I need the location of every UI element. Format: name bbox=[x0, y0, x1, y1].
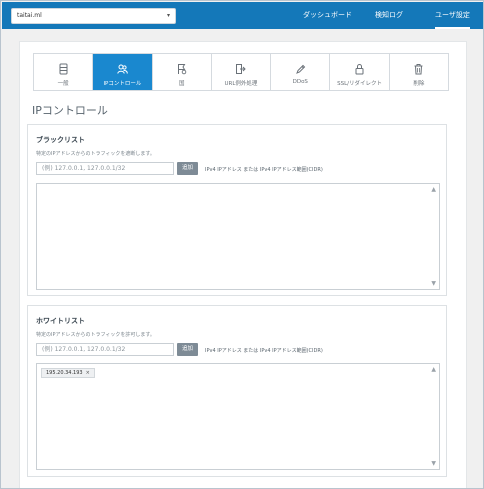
remove-tag-icon[interactable]: × bbox=[86, 370, 90, 376]
tab-label: 削除 bbox=[413, 81, 425, 87]
scroll-up-icon[interactable]: ▲ bbox=[431, 366, 436, 373]
blacklist-ip-input[interactable] bbox=[36, 162, 174, 175]
app-window: taitai.ml ▾ ダッシュボード 検知ログ ユーザ設定 一般 IPコントロ… bbox=[0, 0, 484, 489]
tab-label: 国 bbox=[178, 81, 185, 87]
tab-country[interactable]: 国 bbox=[153, 54, 212, 90]
tab-label: IPコントロール bbox=[103, 81, 142, 87]
blacklist-description: 特定のIPアドレスからのトラフィックを遮断します。 bbox=[36, 151, 155, 157]
top-bar: taitai.ml ▾ ダッシュボード 検知ログ ユーザ設定 bbox=[2, 2, 483, 29]
settings-tabs: 一般 IPコントロール 国 URL例外処理 DDoS SSL/リダイレクト 削除 bbox=[33, 53, 449, 91]
blacklist-title: ブラックリスト bbox=[36, 136, 85, 144]
exit-icon bbox=[212, 60, 270, 74]
blacklist-add-button[interactable]: 追加 bbox=[177, 162, 198, 175]
whitelist-ip-input[interactable] bbox=[36, 343, 174, 356]
domain-select-value: taitai.ml bbox=[17, 12, 42, 19]
scroll-up-icon[interactable]: ▲ bbox=[431, 186, 436, 193]
ip-tag-value: 195.20.34.193 bbox=[46, 370, 83, 376]
tab-label: URL例外処理 bbox=[224, 81, 258, 87]
pen-icon bbox=[271, 60, 329, 74]
scroll-down-icon[interactable]: ▼ bbox=[431, 280, 436, 287]
whitelist-description: 特定のIPアドレスからのトラフィックを許可します。 bbox=[36, 332, 155, 338]
nav-dashboard[interactable]: ダッシュボード bbox=[303, 2, 352, 29]
lock-icon bbox=[330, 60, 388, 75]
tab-ip-control[interactable]: IPコントロール bbox=[93, 54, 153, 90]
tab-delete[interactable]: 削除 bbox=[390, 54, 448, 90]
whitelist-add-button[interactable]: 追加 bbox=[177, 343, 198, 356]
ip-tag: 195.20.34.193 × bbox=[41, 368, 95, 378]
tab-ssl-redirect[interactable]: SSL/リダイレクト bbox=[330, 54, 390, 90]
trash-icon bbox=[390, 60, 448, 75]
whitelist-title: ホワイトリスト bbox=[36, 317, 85, 325]
blacklist-entries[interactable]: ▲ ▼ bbox=[36, 183, 440, 290]
tab-url-exception[interactable]: URL例外処理 bbox=[212, 54, 272, 90]
users-icon bbox=[93, 60, 151, 74]
blacklist-hint: IPv4 IPアドレス または IPv4 IPアドレス範囲(CIDR) bbox=[205, 167, 323, 173]
flag-icon bbox=[153, 60, 211, 75]
tab-label: DDoS bbox=[292, 79, 308, 85]
tab-label: 一般 bbox=[57, 81, 69, 87]
tab-label: SSL/リダイレクト bbox=[337, 81, 382, 87]
nav-detection-log[interactable]: 検知ログ bbox=[375, 2, 403, 29]
whitelist-hint: IPv4 IPアドレス または IPv4 IPアドレス範囲(CIDR) bbox=[205, 348, 323, 354]
scroll-down-icon[interactable]: ▼ bbox=[431, 460, 436, 467]
page-title: IPコントロール bbox=[32, 104, 108, 117]
whitelist-card: ホワイトリスト 特定のIPアドレスからのトラフィックを許可します。 追加 IPv… bbox=[27, 305, 447, 477]
main-content: 一般 IPコントロール 国 URL例外処理 DDoS SSL/リダイレクト 削除… bbox=[19, 41, 467, 488]
tab-general[interactable]: 一般 bbox=[34, 54, 94, 90]
domain-select[interactable]: taitai.ml ▾ bbox=[11, 8, 176, 24]
whitelist-entries[interactable]: 195.20.34.193 × ▲ ▼ bbox=[36, 363, 440, 470]
nav-user-settings[interactable]: ユーザ設定 bbox=[435, 2, 470, 29]
blacklist-card: ブラックリスト 特定のIPアドレスからのトラフィックを遮断します。 追加 IPv… bbox=[27, 124, 447, 296]
tab-ddos[interactable]: DDoS bbox=[271, 54, 331, 90]
chevron-down-icon: ▾ bbox=[166, 12, 170, 19]
server-icon bbox=[34, 60, 92, 75]
